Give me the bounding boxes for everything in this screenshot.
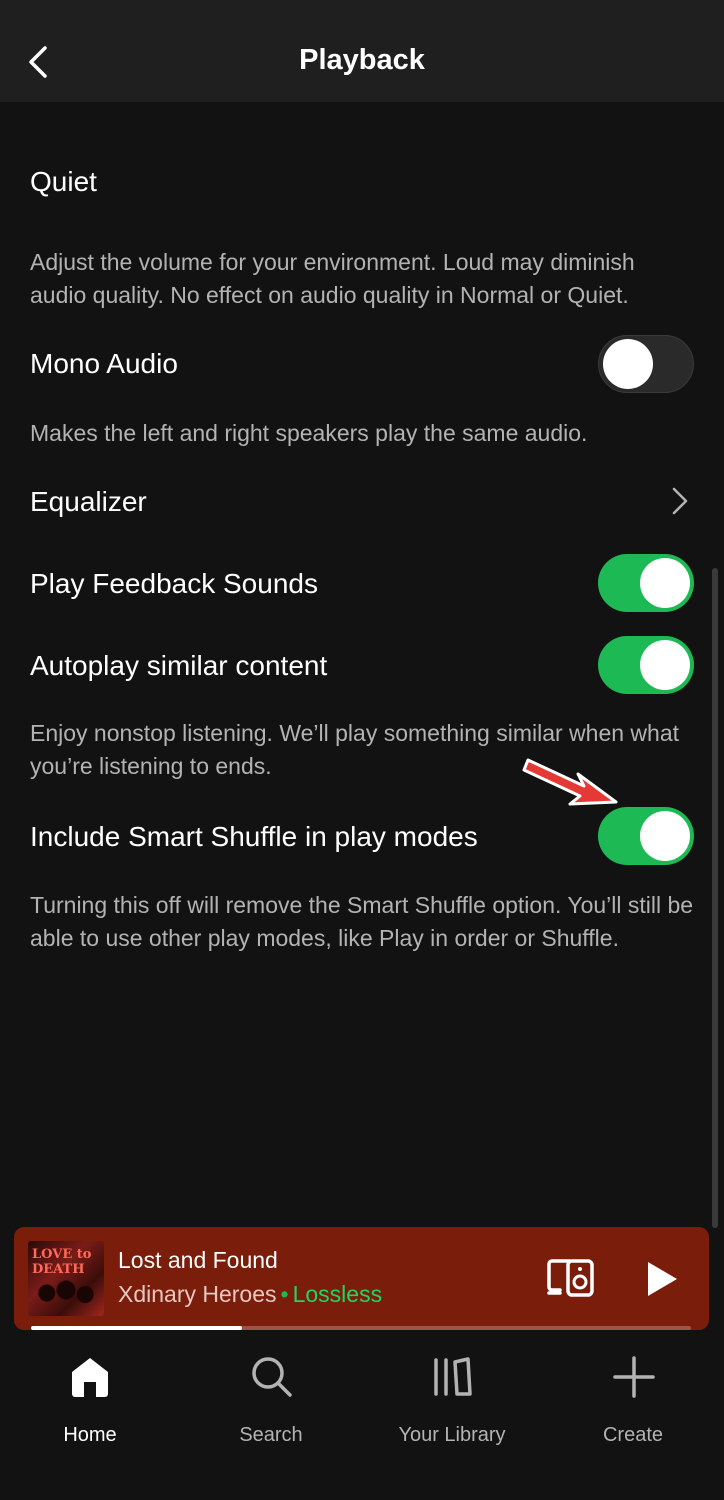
library-icon bbox=[434, 1357, 472, 1396]
toggle-knob bbox=[640, 640, 690, 690]
nav-create[interactable]: Create bbox=[553, 1352, 713, 1462]
feedback-sounds-toggle[interactable] bbox=[598, 554, 694, 612]
plus-icon bbox=[613, 1356, 655, 1398]
smart-shuffle-description: Turning this off will remove the Smart S… bbox=[30, 892, 694, 951]
toggle-knob bbox=[640, 811, 690, 861]
feedback-sounds-label: Play Feedback Sounds bbox=[30, 568, 318, 599]
nav-create-label: Create bbox=[602, 1424, 664, 1446]
bottom-nav: Home Search Your Library Create bbox=[0, 1338, 724, 1500]
play-icon[interactable] bbox=[644, 1259, 680, 1299]
mono-audio-description: Makes the left and right speakers play t… bbox=[30, 420, 588, 446]
nav-library-label: Your Library bbox=[398, 1424, 506, 1446]
nav-library[interactable]: Your Library bbox=[372, 1352, 532, 1462]
track-artist: Xdinary Heroes bbox=[118, 1281, 277, 1307]
volume-description: Adjust the volume for your environment. … bbox=[30, 249, 635, 308]
scrollbar[interactable] bbox=[712, 568, 718, 1228]
track-title: Lost and Found bbox=[118, 1247, 278, 1273]
top-bar: Playback bbox=[0, 0, 724, 102]
separator-dot: • bbox=[280, 1281, 289, 1307]
smart-shuffle-label: Include Smart Shuffle in play modes bbox=[30, 821, 478, 852]
nav-home[interactable]: Home bbox=[10, 1352, 170, 1462]
toggle-knob bbox=[640, 558, 690, 608]
album-art: LOVE to DEATH bbox=[28, 1241, 104, 1316]
playback-progress[interactable] bbox=[31, 1326, 691, 1330]
page-title: Playback bbox=[299, 44, 425, 76]
connect-device-icon[interactable] bbox=[546, 1257, 596, 1299]
track-subtitle: Xdinary Heroes • Lossless bbox=[118, 1281, 382, 1308]
volume-level-option[interactable]: Quiet bbox=[30, 166, 97, 198]
autoplay-toggle[interactable] bbox=[598, 636, 694, 694]
mono-audio-toggle[interactable] bbox=[598, 335, 694, 393]
nav-home-label: Home bbox=[63, 1424, 117, 1446]
home-icon bbox=[72, 1358, 108, 1397]
annotation-arrow-icon bbox=[522, 758, 618, 806]
smart-shuffle-toggle[interactable] bbox=[598, 807, 694, 865]
chevron-right-icon[interactable] bbox=[666, 486, 694, 516]
nav-search-label: Search bbox=[239, 1424, 303, 1446]
toggle-knob bbox=[603, 339, 653, 389]
nav-search[interactable]: Search bbox=[191, 1352, 351, 1462]
album-art-figures bbox=[34, 1278, 98, 1308]
mono-audio-label: Mono Audio bbox=[30, 348, 178, 379]
quality-badge: Lossless bbox=[292, 1281, 383, 1307]
equalizer-label[interactable]: Equalizer bbox=[30, 486, 147, 518]
search-icon bbox=[252, 1357, 292, 1397]
autoplay-label: Autoplay similar content bbox=[30, 650, 328, 681]
album-art-text: LOVE to DEATH bbox=[32, 1247, 92, 1277]
playback-progress-fill bbox=[31, 1326, 243, 1330]
mini-player[interactable]: LOVE to DEATH Lost and Found Xdinary Her… bbox=[14, 1227, 709, 1330]
